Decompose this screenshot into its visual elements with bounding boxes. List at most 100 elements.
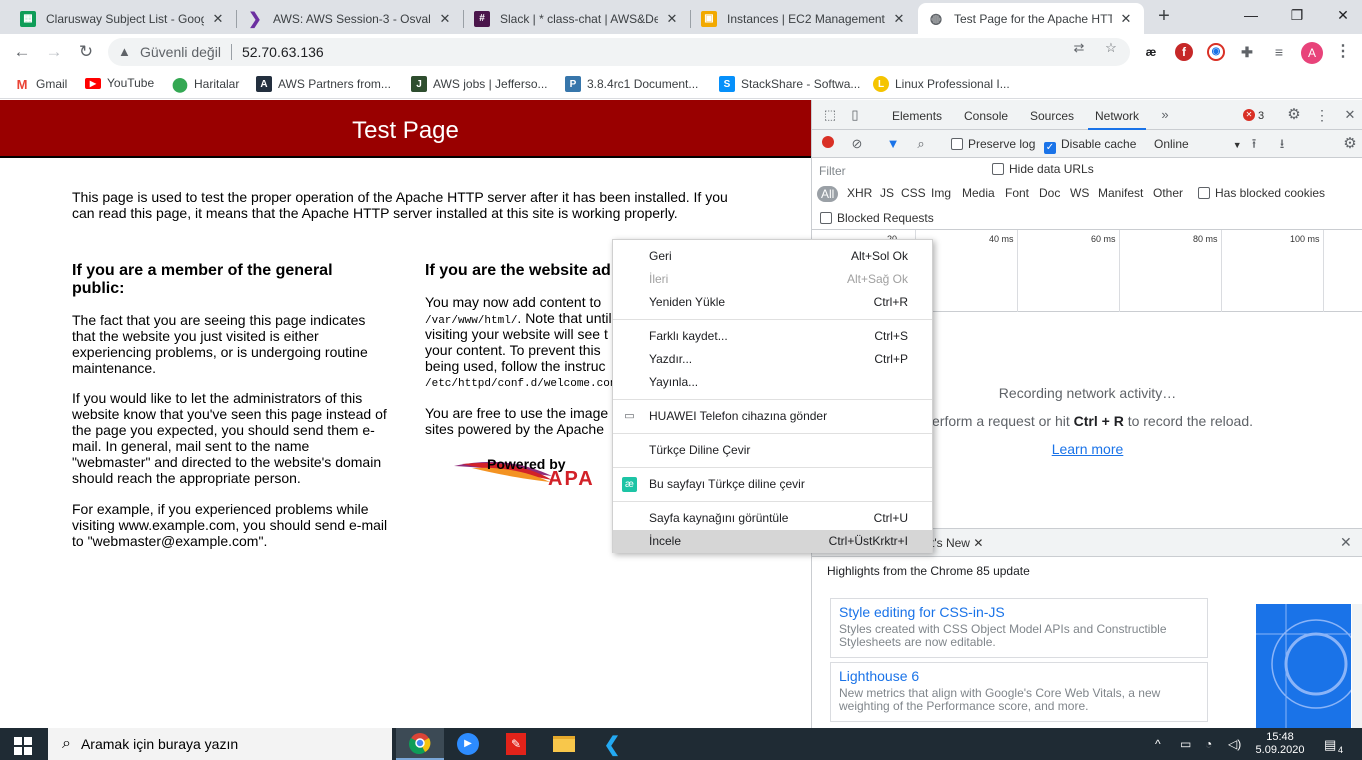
- volume-icon[interactable]: ◁): [1228, 737, 1241, 751]
- inspect-element-icon[interactable]: ⬚: [822, 107, 838, 123]
- close-icon[interactable]: ✕: [437, 11, 453, 27]
- throttling-select[interactable]: Online ▼: [1154, 137, 1242, 151]
- close-icon[interactable]: ✕: [973, 536, 983, 550]
- bookmark-gmail[interactable]: M Gmail: [14, 76, 68, 92]
- chevron-up-icon[interactable]: ^: [1155, 737, 1161, 751]
- filter-input[interactable]: Filter: [819, 164, 846, 178]
- menu-item-forward[interactable]: İleri Alt+Sağ Ok: [613, 268, 932, 291]
- search-icon[interactable]: ⌕: [913, 136, 929, 152]
- menu-item-back[interactable]: Geri Alt+Sol Ok: [613, 245, 932, 268]
- checkbox-icon[interactable]: [951, 138, 963, 150]
- bookmark-python-docs[interactable]: P 3.8.4rc1 Document...: [565, 76, 698, 92]
- tab-aws-session[interactable]: ❯ AWS: AWS Session-3 - Osvaldo ✕: [237, 3, 463, 34]
- checkbox-icon[interactable]: [820, 212, 832, 224]
- maximize-button[interactable]: ❐: [1282, 4, 1312, 26]
- url-text[interactable]: 52.70.63.136: [242, 44, 324, 60]
- close-icon[interactable]: ✕: [1118, 11, 1134, 27]
- type-filter-doc[interactable]: Doc: [1039, 186, 1060, 200]
- error-count[interactable]: 3: [1258, 100, 1264, 130]
- close-icon[interactable]: ✕: [891, 11, 907, 27]
- type-filter-manifest[interactable]: Manifest: [1098, 186, 1143, 200]
- blocked-requests-checkbox[interactable]: Blocked Requests: [820, 211, 934, 225]
- type-filter-ws[interactable]: WS: [1070, 186, 1089, 200]
- bookmark-aws-jobs[interactable]: J AWS jobs | Jefferso...: [411, 76, 548, 92]
- bookmark-aws-partners[interactable]: A AWS Partners from...: [256, 76, 391, 92]
- close-devtools-icon[interactable]: ✕: [1342, 107, 1358, 123]
- security-label[interactable]: Güvenli değil: [140, 44, 221, 60]
- tab-sources[interactable]: Sources: [1030, 100, 1074, 130]
- puzzle-icon[interactable]: ✚: [1238, 43, 1256, 61]
- type-filter-all[interactable]: All: [817, 186, 839, 202]
- minimize-button[interactable]: —: [1236, 4, 1266, 26]
- pdf-taskbar-icon[interactable]: ✎: [492, 728, 540, 760]
- wifi-icon[interactable]: ◔: [1205, 737, 1212, 751]
- profile-avatar[interactable]: A: [1301, 42, 1323, 64]
- address-bar[interactable]: ▲ Güvenli değil 52.70.63.136: [108, 38, 1130, 66]
- menu-item-print[interactable]: Yazdır... Ctrl+P: [613, 348, 932, 371]
- disable-cache-checkbox[interactable]: ✓ Disable cache: [1044, 137, 1136, 154]
- type-filter-font[interactable]: Font: [1005, 186, 1029, 200]
- type-filter-img[interactable]: Img: [931, 186, 951, 200]
- more-menu-icon[interactable]: ⋮: [1334, 43, 1352, 61]
- menu-item-translate[interactable]: Türkçe Diline Çevir: [613, 439, 932, 462]
- drawer-scrollbar[interactable]: [1352, 604, 1362, 728]
- menu-item-send-to-device[interactable]: ▭ HUAWEI Telefon cihazına gönder: [613, 405, 932, 428]
- tab-network[interactable]: Network: [1088, 100, 1147, 130]
- tab-ec2[interactable]: ▣ Instances | EC2 Management C ✕: [691, 3, 917, 34]
- chrome-taskbar-icon[interactable]: [396, 728, 444, 760]
- reload-button[interactable]: ↻: [75, 41, 97, 63]
- translate-icon[interactable]: ⇄: [1071, 40, 1087, 56]
- menu-item-reload[interactable]: Yeniden Yükle Ctrl+R: [613, 291, 932, 314]
- type-filter-js[interactable]: JS: [880, 186, 894, 200]
- close-icon[interactable]: ✕: [210, 11, 226, 27]
- preserve-log-checkbox[interactable]: Preserve log: [951, 137, 1035, 151]
- filter-icon[interactable]: ▼: [885, 136, 901, 152]
- explorer-taskbar-icon[interactable]: [540, 728, 588, 760]
- bookmark-haritalar[interactable]: ⬤ Haritalar: [172, 76, 239, 92]
- card-title[interactable]: Lighthouse 6: [839, 668, 1199, 684]
- type-filter-other[interactable]: Other: [1153, 186, 1183, 200]
- type-filter-media[interactable]: Media: [962, 186, 995, 200]
- close-icon[interactable]: ✕: [664, 11, 680, 27]
- vscode-taskbar-icon[interactable]: ❮: [588, 728, 636, 760]
- windows-start-icon[interactable]: [14, 737, 32, 755]
- star-icon[interactable]: ☆: [1103, 40, 1119, 56]
- close-window-button[interactable]: ✕: [1328, 4, 1358, 26]
- notifications-icon[interactable]: ▤: [1324, 737, 1336, 753]
- clock[interactable]: 15:48 5.09.2020: [1250, 731, 1310, 757]
- network-settings-icon[interactable]: ⚙: [1342, 136, 1358, 152]
- tab-slack[interactable]: # Slack | * class-chat | AWS&Dev ✕: [464, 3, 690, 34]
- tab-apache-test[interactable]: ◍ Test Page for the Apache HTTP ✕: [918, 3, 1144, 34]
- menu-item-translate-page[interactable]: æ Bu sayfayı Türkçe diline çevir: [613, 473, 932, 496]
- tab-whats-new[interactable]: t's New ✕: [931, 536, 983, 550]
- menu-item-view-source[interactable]: Sayfa kaynağını görüntüle Ctrl+U: [613, 507, 932, 530]
- back-button[interactable]: ←: [11, 41, 33, 63]
- feature-card[interactable]: Lighthouse 6 New metrics that align with…: [830, 662, 1208, 722]
- error-icon[interactable]: ✕: [1243, 109, 1255, 121]
- hide-data-urls-checkbox[interactable]: Hide data URLs: [992, 162, 1094, 176]
- tab-elements[interactable]: Elements: [892, 100, 942, 130]
- warning-icon[interactable]: ▲: [118, 45, 132, 59]
- menu-item-save-as[interactable]: Farklı kaydet... Ctrl+S: [613, 325, 932, 348]
- bookmark-stackshare[interactable]: S StackShare - Softwa...: [719, 76, 860, 92]
- type-filter-css[interactable]: CSS: [901, 186, 926, 200]
- tab-console[interactable]: Console: [964, 100, 1008, 130]
- import-har-icon[interactable]: ⭱: [1246, 136, 1262, 152]
- customize-menu-icon[interactable]: ⋮: [1314, 107, 1330, 123]
- feature-card[interactable]: Style editing for CSS-in-JS Styles creat…: [830, 598, 1208, 658]
- bookmark-youtube[interactable]: ▶ YouTube: [85, 76, 154, 90]
- menu-item-inspect[interactable]: İncele Ctrl+ÜstKrktr+I: [613, 530, 932, 553]
- settings-gear-icon[interactable]: ⚙: [1286, 107, 1302, 123]
- card-title[interactable]: Style editing for CSS-in-JS: [839, 604, 1199, 620]
- bookmark-lpi[interactable]: L Linux Professional I...: [873, 76, 1010, 92]
- has-blocked-cookies-checkbox[interactable]: Has blocked cookies: [1198, 186, 1325, 200]
- checkbox-checked-icon[interactable]: ✓: [1044, 142, 1056, 154]
- export-har-icon[interactable]: ⭳: [1274, 136, 1290, 152]
- extension-circle-icon[interactable]: ◉: [1207, 43, 1225, 61]
- device-toolbar-icon[interactable]: ▯: [847, 107, 863, 123]
- extension-red-icon[interactable]: f: [1175, 43, 1193, 61]
- more-tabs-icon[interactable]: »: [1157, 107, 1173, 123]
- search-placeholder[interactable]: Aramak için buraya yazın: [81, 736, 238, 752]
- taskbar-search[interactable]: ⌕ Aramak için buraya yazın: [48, 728, 392, 760]
- tab-clarusway[interactable]: ▦ Clarusway Subject List - Google ✕: [10, 3, 236, 34]
